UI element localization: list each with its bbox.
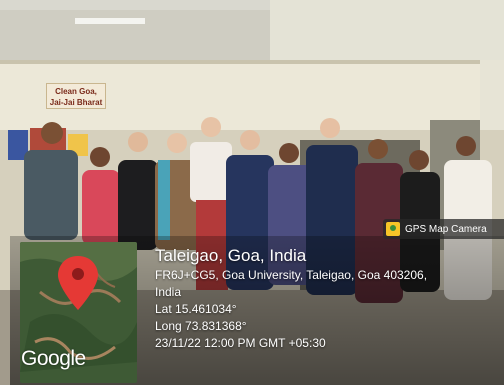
- google-logo: Google: [21, 347, 86, 370]
- timestamp: 23/11/22 12:00 PM GMT +05:30: [155, 336, 326, 350]
- clean-goa-sign: Clean Goa, Jai-Jai Bharat: [46, 83, 106, 109]
- latitude: Lat 15.461034°: [155, 302, 237, 316]
- gps-map-camera-badge: GPS Map Camera: [383, 219, 504, 239]
- sign-line-2: Jai-Jai Bharat: [49, 98, 103, 107]
- badge-label: GPS Map Camera: [405, 223, 487, 235]
- gps-map-camera-icon: [386, 222, 400, 236]
- address-line-1: FR6J+CG5, Goa University, Taleigao, Goa …: [155, 268, 428, 282]
- sign-line-1: Clean Goa,: [55, 87, 97, 96]
- location-info: Taleigao, Goa, India FR6J+CG5, Goa Unive…: [155, 245, 427, 352]
- longitude: Long 73.831368°: [155, 319, 247, 333]
- geotagged-photo-frame: Clean Goa, Jai-Jai Bharat GPS Map Camera…: [0, 0, 504, 385]
- address-line-2: India: [155, 285, 182, 299]
- location-title: Taleigao, Goa, India: [155, 246, 307, 265]
